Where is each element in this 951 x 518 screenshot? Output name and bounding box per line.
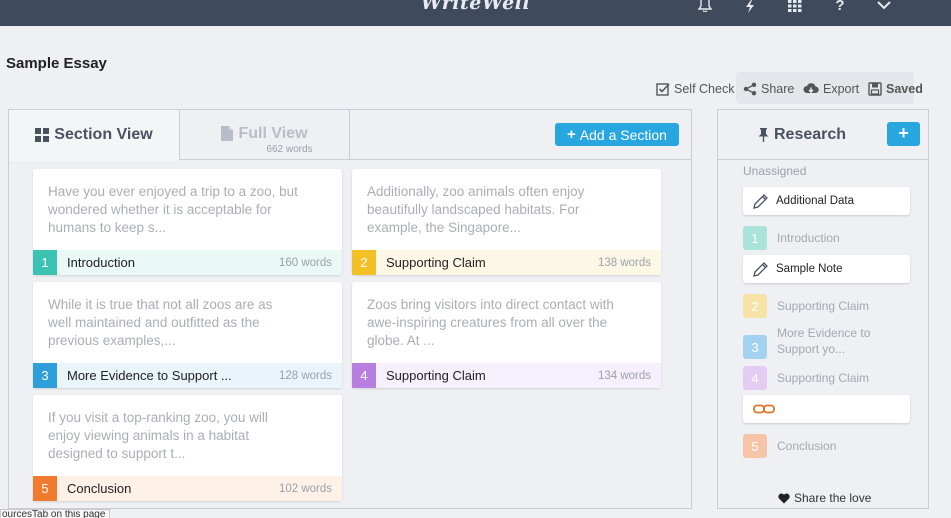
card-title: More Evidence to Support ... xyxy=(67,368,232,383)
link-icon xyxy=(753,404,775,414)
card-footer: 3 More Evidence to Support ... 128 words xyxy=(33,363,342,388)
view-tabs: Section View Full View 662 words + Add a… xyxy=(9,110,691,161)
cloud-download-icon xyxy=(803,83,819,93)
share-the-love-label: Share the love xyxy=(794,491,872,505)
status-bar-tooltip: ourcesTab on this page xyxy=(0,509,110,518)
tab-full-view-label: Full View xyxy=(238,124,308,142)
research-note[interactable]: Sample Note xyxy=(743,255,910,283)
card-excerpt: Zoos bring visitors into direct contact … xyxy=(367,297,614,348)
section-number-badge: 3 xyxy=(33,363,57,388)
checkbox-icon xyxy=(656,83,670,96)
saved-status: Saved xyxy=(868,80,923,98)
section-label: More Evidence to Support yo... xyxy=(777,326,871,356)
section-card-5[interactable]: If you visit a top-ranking zoo, you will… xyxy=(33,395,342,501)
pushpin-icon xyxy=(758,128,769,142)
card-word-count: 128 words xyxy=(278,369,332,382)
card-word-count: 102 words xyxy=(278,482,332,495)
card-excerpt: Additionally, zoo animals often enjoy be… xyxy=(367,184,585,235)
section-number-badge: 5 xyxy=(33,476,57,501)
research-section-5[interactable]: 5 Conclusion xyxy=(743,434,923,458)
card-word-count: 138 words xyxy=(597,256,651,269)
note-title: Sample Note xyxy=(776,263,843,275)
saved-label: Saved xyxy=(886,82,923,96)
share-icon xyxy=(743,82,757,96)
research-link-note[interactable] xyxy=(743,395,910,423)
add-research-button[interactable]: + xyxy=(887,122,920,146)
floppy-disk-icon xyxy=(868,82,882,96)
section-number-badge: 1 xyxy=(33,250,57,275)
help-icon[interactable]: ? xyxy=(829,0,851,14)
export-button[interactable]: Export xyxy=(803,80,859,98)
research-panel: Research + Unassigned Additional Data 1 … xyxy=(717,109,929,509)
section-number-badge: 5 xyxy=(743,434,767,458)
card-excerpt: If you visit a top-ranking zoo, you will… xyxy=(48,410,268,461)
tab-full-view[interactable]: Full View 662 words xyxy=(180,110,350,160)
card-title: Conclusion xyxy=(67,481,132,496)
section-number-badge: 3 xyxy=(743,335,767,359)
pencil-icon xyxy=(753,261,768,277)
grid-icon xyxy=(35,128,50,142)
research-title-label: Research xyxy=(774,126,847,143)
tab-section-view-label: Section View xyxy=(54,126,153,143)
add-section-label: Add a Section xyxy=(579,126,667,143)
research-section-3[interactable]: 3 More Evidence to Support yo... xyxy=(743,323,923,359)
research-title: Research xyxy=(758,126,846,144)
share-button[interactable]: Share xyxy=(743,80,794,98)
card-title: Supporting Claim xyxy=(386,368,486,383)
card-footer: 4 Supporting Claim 134 words xyxy=(352,363,661,388)
card-footer: 1 Introduction 160 words xyxy=(33,250,342,275)
add-section-button[interactable]: + Add a Section xyxy=(555,123,679,146)
heart-icon xyxy=(778,493,790,503)
section-number-badge: 1 xyxy=(743,226,767,250)
top-bar: WriteWell ? xyxy=(0,0,951,26)
full-view-word-count: 662 words xyxy=(266,143,313,155)
essay-title: Sample Essay xyxy=(6,55,107,72)
card-excerpt: While it is true that not all zoos are a… xyxy=(48,297,273,348)
research-header: Research + xyxy=(718,110,928,160)
section-panel: Section View Full View 662 words + Add a… xyxy=(8,109,692,509)
note-title: Additional Data xyxy=(776,195,854,207)
section-label: Introduction xyxy=(777,231,840,245)
apps-grid-icon[interactable] xyxy=(784,0,806,14)
research-section-1[interactable]: 1 Introduction xyxy=(743,226,923,250)
self-check-label: Self Check xyxy=(674,82,735,96)
bell-icon[interactable] xyxy=(694,0,716,14)
unassigned-heading: Unassigned xyxy=(743,164,807,178)
card-footer: 2 Supporting Claim 138 words xyxy=(352,250,661,275)
research-section-2[interactable]: 2 Supporting Claim xyxy=(743,294,923,318)
lightning-icon[interactable] xyxy=(739,0,761,14)
section-label: Supporting Claim xyxy=(777,371,870,385)
chevron-down-icon[interactable] xyxy=(873,0,895,14)
share-the-love-link[interactable]: Share the love xyxy=(778,491,871,505)
section-card-2[interactable]: Additionally, zoo animals often enjoy be… xyxy=(352,169,661,275)
section-label: Supporting Claim xyxy=(777,299,870,313)
research-section-4[interactable]: 4 Supporting Claim xyxy=(743,366,923,390)
card-title: Introduction xyxy=(67,255,135,270)
card-excerpt: Have you ever enjoyed a trip to a zoo, b… xyxy=(48,184,298,235)
plus-icon: + xyxy=(567,126,576,143)
section-label: Conclusion xyxy=(777,439,837,453)
section-card-3[interactable]: While it is true that not all zoos are a… xyxy=(33,282,342,388)
research-note[interactable]: Additional Data xyxy=(743,187,910,215)
self-check-button[interactable]: Self Check xyxy=(656,80,734,98)
card-title: Supporting Claim xyxy=(386,255,486,270)
card-word-count: 160 words xyxy=(278,256,332,269)
section-number-badge: 4 xyxy=(352,363,376,388)
section-card-1[interactable]: Have you ever enjoyed a trip to a zoo, b… xyxy=(33,169,342,275)
section-number-badge: 4 xyxy=(743,366,767,390)
section-card-4[interactable]: Zoos bring visitors into direct contact … xyxy=(352,282,661,388)
export-label: Export xyxy=(823,82,860,96)
tab-section-view[interactable]: Section View xyxy=(9,110,180,161)
app-logo: WriteWell xyxy=(420,0,531,14)
card-footer: 5 Conclusion 102 words xyxy=(33,476,342,501)
section-number-badge: 2 xyxy=(743,294,767,318)
card-word-count: 134 words xyxy=(597,369,651,382)
document-icon xyxy=(221,126,234,141)
section-number-badge: 2 xyxy=(352,250,376,275)
pencil-icon xyxy=(753,193,768,209)
share-label: Share xyxy=(761,82,795,96)
